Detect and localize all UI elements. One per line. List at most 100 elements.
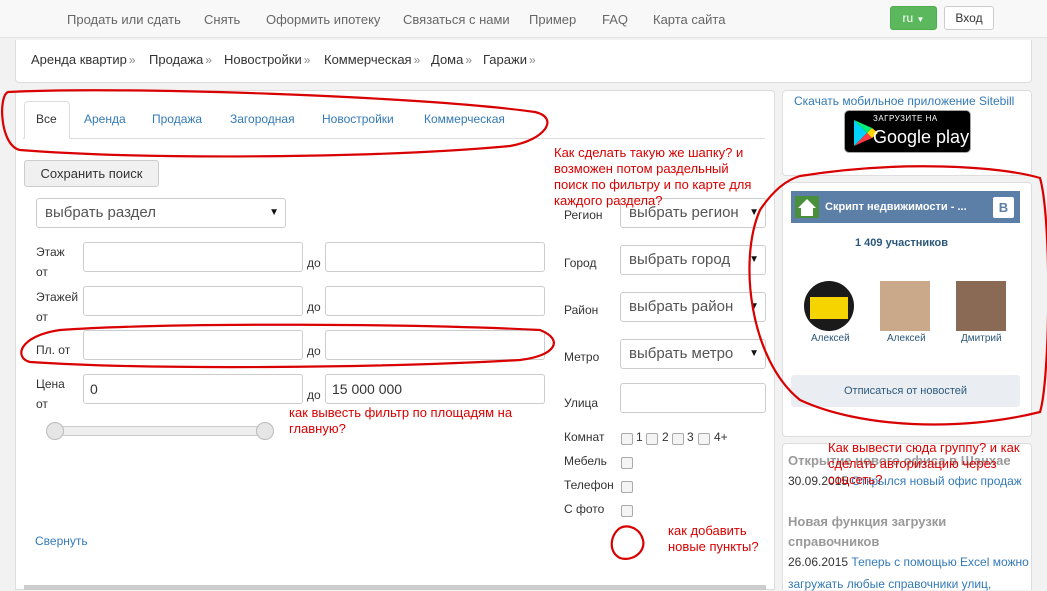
floor-from-input[interactable] (83, 242, 303, 272)
category-label: Новостройки (224, 52, 302, 67)
floors-to-input[interactable] (325, 286, 545, 316)
rooms-1-checkbox[interactable] (621, 433, 633, 445)
price-from-label: от (36, 397, 48, 411)
language-dropdown-button[interactable]: ru ▼ (890, 6, 937, 30)
area-from-input[interactable] (83, 330, 303, 360)
floors-label: Этажей (36, 290, 79, 304)
nav-contact[interactable]: Связаться с нами (403, 12, 510, 27)
floor-label: Этаж (36, 245, 65, 259)
vk-user-name-3[interactable]: Дмитрий (961, 333, 1002, 344)
tab-country[interactable]: Загородная (230, 112, 295, 126)
district-select[interactable]: выбрать район ▼ (620, 292, 766, 322)
area-to-input[interactable] (325, 330, 545, 360)
house-icon (795, 196, 819, 218)
category-commercial[interactable]: Коммерческая» (324, 52, 420, 67)
vk-avatar-2[interactable] (880, 281, 930, 331)
street-label: Улица (564, 396, 599, 410)
section-select-value: выбрать раздел (45, 204, 156, 221)
rooms-4plus-checkbox[interactable] (698, 433, 710, 445)
category-label: Коммерческая (324, 52, 412, 67)
caret-down-icon: ▼ (916, 15, 925, 24)
double-chevron-icon: » (465, 53, 473, 67)
double-chevron-icon: » (413, 53, 421, 67)
vk-widget-header: Скрипт недвижимости - ... В (791, 191, 1020, 223)
category-new-buildings[interactable]: Новостройки» (224, 52, 310, 67)
metro-select[interactable]: выбрать метро ▼ (620, 339, 766, 369)
tab-sale[interactable]: Продажа (152, 112, 202, 126)
price-to-input[interactable]: 15 000 000 (325, 374, 545, 404)
floors-from-label: от (36, 310, 48, 324)
street-input[interactable] (620, 383, 766, 413)
furniture-checkbox[interactable] (621, 457, 633, 469)
price-slider-max-handle[interactable] (256, 422, 274, 440)
news-item-2-line2: загружать любые справочники улиц, (788, 577, 991, 591)
vk-unsubscribe-button[interactable]: Отписаться от новостей (791, 375, 1020, 407)
double-chevron-icon: » (205, 53, 212, 67)
rooms-3-label: 3 (687, 430, 694, 444)
save-search-button[interactable]: Сохранить поиск (24, 160, 159, 187)
double-chevron-icon: » (128, 53, 136, 67)
category-houses[interactable]: Дома» (431, 52, 472, 67)
annotation-area-question: как вывесть фильтр по площадям на главну… (289, 405, 513, 436)
login-button[interactable]: Вход (944, 6, 994, 30)
nav-sell-or-rent[interactable]: Продать или сдать (67, 12, 181, 27)
vk-members-count: 1 409 участников (855, 237, 948, 249)
tab-all-label[interactable]: Все (36, 112, 57, 126)
vk-user-name-1[interactable]: Алексей (811, 333, 850, 344)
annotation-group-question: Как вывести сюда группу? и как сделать а… (828, 440, 1020, 487)
news-link-2[interactable]: Теперь с помощью Excel можно (851, 555, 1028, 569)
google-play-badge[interactable]: ЗАГРУЗИТЕ НА Google play (844, 110, 971, 153)
floors-from-input[interactable] (83, 286, 303, 316)
rooms-3-checkbox[interactable] (672, 433, 684, 445)
rooms-1-label: 1 (636, 430, 643, 444)
category-label: Дома (431, 52, 464, 67)
news-link-2-cont[interactable]: загружать любые справочники улиц, (788, 577, 991, 591)
area-from-label: Пл. от (36, 343, 71, 357)
section-select[interactable]: выбрать раздел ▼ (36, 198, 286, 228)
phone-checkbox[interactable] (621, 481, 633, 493)
tab-commercial[interactable]: Коммерческая (424, 112, 505, 126)
avatar-building-icon (810, 297, 848, 319)
vk-group-title[interactable]: Скрипт недвижимости - ... (825, 201, 967, 213)
nav-faq[interactable]: FAQ (602, 12, 628, 27)
city-select[interactable]: выбрать город ▼ (620, 245, 766, 275)
vk-avatar-1[interactable] (804, 281, 854, 331)
region-label: Регион (564, 208, 603, 222)
vk-avatar-3[interactable] (956, 281, 1006, 331)
vk-user-name-2[interactable]: Алексей (887, 333, 926, 344)
app-download-link[interactable]: Скачать мобильное приложение Sitebill (794, 94, 1014, 108)
area-to-label: до (307, 344, 321, 358)
vk-logo-icon: В (993, 197, 1014, 218)
nav-mortgage[interactable]: Оформить ипотеку (266, 12, 380, 27)
nav-rent[interactable]: Снять (204, 12, 240, 27)
tab-new-buildings[interactable]: Новостройки (322, 112, 394, 126)
category-sale[interactable]: Продажа» (149, 52, 212, 67)
nav-sitemap[interactable]: Карта сайта (653, 12, 725, 27)
city-select-value: выбрать город (629, 251, 731, 268)
news-date-2: 26.06.2015 (788, 555, 849, 569)
annotation-header-question: Как сделать такую же шапку? и возможен п… (554, 145, 752, 208)
price-slider-track[interactable] (50, 426, 267, 436)
news-title-2[interactable]: Новая функция загрузки справочников (788, 512, 988, 552)
category-label: Продажа (149, 52, 204, 67)
floor-to-input[interactable] (325, 242, 545, 272)
caret-down-icon: ▼ (749, 301, 759, 312)
floor-to-label: до (307, 256, 321, 270)
tab-rent[interactable]: Аренда (84, 112, 126, 126)
photo-checkbox[interactable] (621, 505, 633, 517)
category-garages[interactable]: Гаражи» (483, 52, 536, 67)
price-slider-min-handle[interactable] (46, 422, 64, 440)
floors-to-label: до (307, 300, 321, 314)
news-item-2: 26.06.2015 Теперь с помощью Excel можно (788, 555, 1029, 569)
collapse-link[interactable]: Свернуть (35, 534, 88, 548)
metro-label: Метро (564, 350, 600, 364)
category-apartment-rent[interactable]: Аренда квартир» (31, 52, 136, 67)
nav-example[interactable]: Пример (529, 12, 576, 27)
rooms-2-checkbox[interactable] (646, 433, 658, 445)
photo-label: С фото (564, 502, 605, 516)
bottom-scroll-bar (24, 585, 766, 590)
price-label: Цена (36, 377, 65, 391)
rooms-label: Комнат (564, 430, 605, 444)
phone-label: Телефон (564, 478, 614, 492)
price-from-input[interactable]: 0 (83, 374, 303, 404)
